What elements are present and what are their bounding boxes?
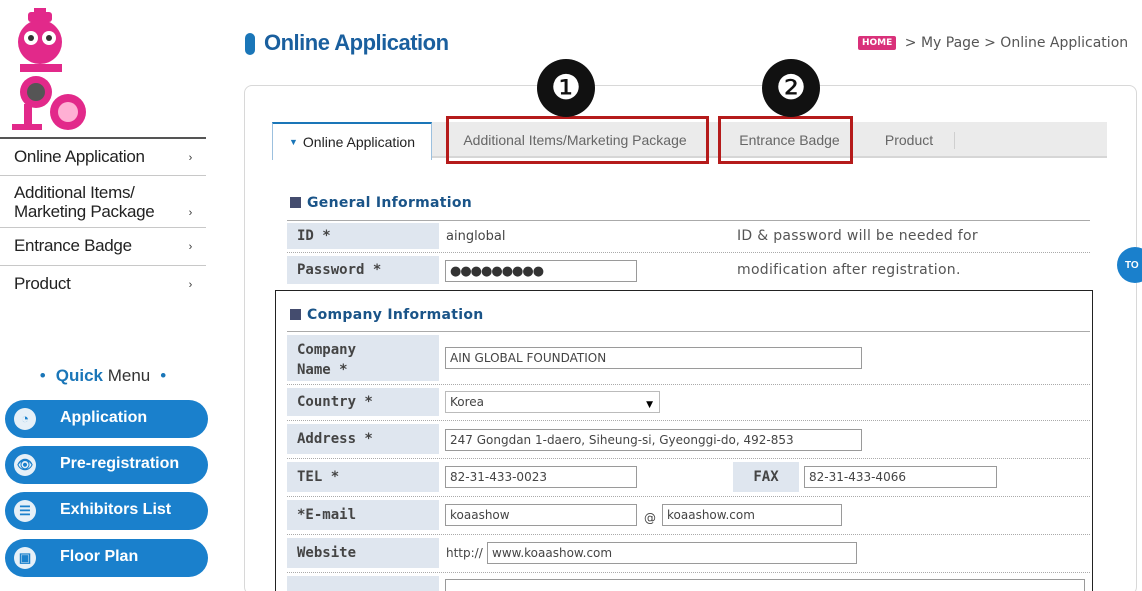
- country-selected-value: Korea: [450, 395, 485, 409]
- quick-button-label: Application: [60, 409, 148, 426]
- email-user-field[interactable]: koaashow: [445, 504, 637, 526]
- sidebar-item-entrance-badge[interactable]: Entrance Badge ›: [0, 228, 206, 266]
- save-icon: ▣: [14, 547, 36, 569]
- list-icon: ☰: [14, 500, 36, 522]
- tab-label: Online Application: [302, 134, 415, 150]
- quick-application-button[interactable]: ◔ Application: [5, 400, 208, 438]
- sidebar-item-label: Additional Items/: [14, 183, 135, 202]
- sidebar-item-label: Entrance Badge: [14, 236, 132, 255]
- home-badge[interactable]: HOME: [858, 36, 897, 50]
- tab-label: Product: [884, 132, 934, 148]
- divider: [287, 384, 1090, 385]
- divider: [287, 331, 1090, 332]
- company-name-label: Company Name *: [287, 335, 439, 381]
- country-select[interactable]: Korea ▼: [445, 391, 660, 413]
- divider: [287, 220, 1090, 221]
- quick-floor-plan-button[interactable]: ▣ Floor Plan: [5, 539, 208, 577]
- label-line: Name *: [297, 362, 348, 378]
- password-label: Password *: [287, 256, 439, 284]
- sidebar-item-online-application[interactable]: Online Application ›: [0, 139, 206, 176]
- chevron-right-icon: ›: [188, 152, 193, 164]
- tab-product[interactable]: Product: [862, 122, 956, 158]
- divider: [287, 534, 1090, 535]
- quick-button-label: Floor Plan: [60, 548, 139, 565]
- quick-menu-title-bold: Quick: [55, 366, 103, 385]
- id-label: ID *: [287, 223, 439, 249]
- annotation-number-1: ❶: [537, 59, 595, 117]
- address-label: Address *: [287, 424, 439, 454]
- refresh-icon: ◔: [14, 408, 36, 430]
- fax-field[interactable]: 82-31-433-4066: [804, 466, 997, 488]
- breadcrumb-item-my-page[interactable]: My Page: [921, 35, 980, 51]
- annotation-number-2: ❷: [762, 59, 820, 117]
- fax-label: FAX: [733, 462, 799, 492]
- website-prefix: http://: [446, 546, 483, 560]
- sidebar-item-label: Product: [14, 274, 71, 293]
- password-field[interactable]: ●●●●●●●●●: [445, 260, 637, 282]
- dropdown-arrow-icon: ▼: [646, 400, 653, 410]
- email-label: *E-mail: [287, 500, 439, 530]
- annotation-box-1: [446, 116, 709, 164]
- quick-button-label: Exhibitors List: [60, 501, 172, 518]
- annotation-box-2: [718, 116, 853, 164]
- next-row-field[interactable]: [445, 579, 1085, 591]
- credentials-note-line1: ID & password will be needed for: [737, 228, 978, 244]
- section-title-text: Company Information: [307, 307, 484, 323]
- website-label: Website: [287, 538, 439, 568]
- sidebar-item-label: Online Application: [14, 147, 145, 166]
- tel-label: TEL *: [287, 462, 439, 492]
- sidebar-nav: Online Application › Additional Items/ M…: [0, 139, 206, 303]
- caret-down-icon: ▼: [289, 137, 298, 147]
- id-value: ainglobal: [446, 229, 506, 244]
- title-accent-bar: [245, 33, 255, 55]
- credentials-note-line2: modification after registration.: [737, 262, 961, 278]
- label-line: Company: [297, 342, 357, 358]
- tel-field[interactable]: 82-31-433-0023: [445, 466, 637, 488]
- site-logo[interactable]: [6, 8, 92, 132]
- square-bullet-icon: [290, 197, 301, 208]
- chevron-right-icon: ›: [188, 207, 193, 219]
- chevron-right-icon: ›: [188, 241, 193, 253]
- tab-online-application[interactable]: ▼ Online Application: [272, 122, 432, 160]
- email-domain-field[interactable]: koaashow.com: [662, 504, 842, 526]
- quick-menu-title-rest: Menu: [103, 366, 151, 385]
- section-title-text: General Information: [307, 195, 473, 211]
- chevron-right-icon: ›: [188, 279, 193, 291]
- sidebar-item-additional-items[interactable]: Additional Items/ Marketing Package ›: [0, 176, 206, 228]
- divider: [287, 572, 1090, 573]
- breadcrumb: HOME > My Page > Online Application: [858, 35, 1128, 51]
- company-name-field[interactable]: AIN GLOBAL FOUNDATION: [445, 347, 862, 369]
- divider: [287, 496, 1090, 497]
- breadcrumb-separator: >: [904, 35, 917, 51]
- bullet-icon: •: [39, 366, 46, 385]
- sidebar-item-product[interactable]: Product ›: [0, 266, 206, 303]
- page-title: Online Application: [264, 30, 449, 55]
- website-field[interactable]: www.koaashow.com: [487, 542, 857, 564]
- quick-pre-registration-button[interactable]: 👁 Pre-registration: [5, 446, 208, 484]
- square-bullet-icon: [290, 309, 301, 320]
- tab-separator: [954, 132, 955, 149]
- quick-menu-title: • Quick Menu •: [0, 366, 206, 386]
- divider: [287, 252, 1090, 253]
- divider: [287, 458, 1090, 459]
- general-information-title: General Information: [290, 195, 472, 211]
- next-row-label: [287, 576, 439, 591]
- country-label: Country *: [287, 388, 439, 416]
- divider: [287, 420, 1090, 421]
- email-at-sign: @: [644, 511, 656, 525]
- quick-button-label: Pre-registration: [60, 455, 180, 472]
- bullet-icon: •: [160, 366, 167, 385]
- sidebar-item-label: Marketing Package: [14, 202, 155, 221]
- quick-exhibitors-list-button[interactable]: ☰ Exhibitors List: [5, 492, 208, 530]
- company-information-title: Company Information: [290, 307, 484, 323]
- breadcrumb-separator: >: [984, 35, 996, 51]
- eye-icon: 👁: [14, 454, 36, 476]
- breadcrumb-item-current: Online Application: [1000, 35, 1129, 51]
- address-field[interactable]: 247 Gongdan 1-daero, Siheung-si, Gyeongg…: [445, 429, 862, 451]
